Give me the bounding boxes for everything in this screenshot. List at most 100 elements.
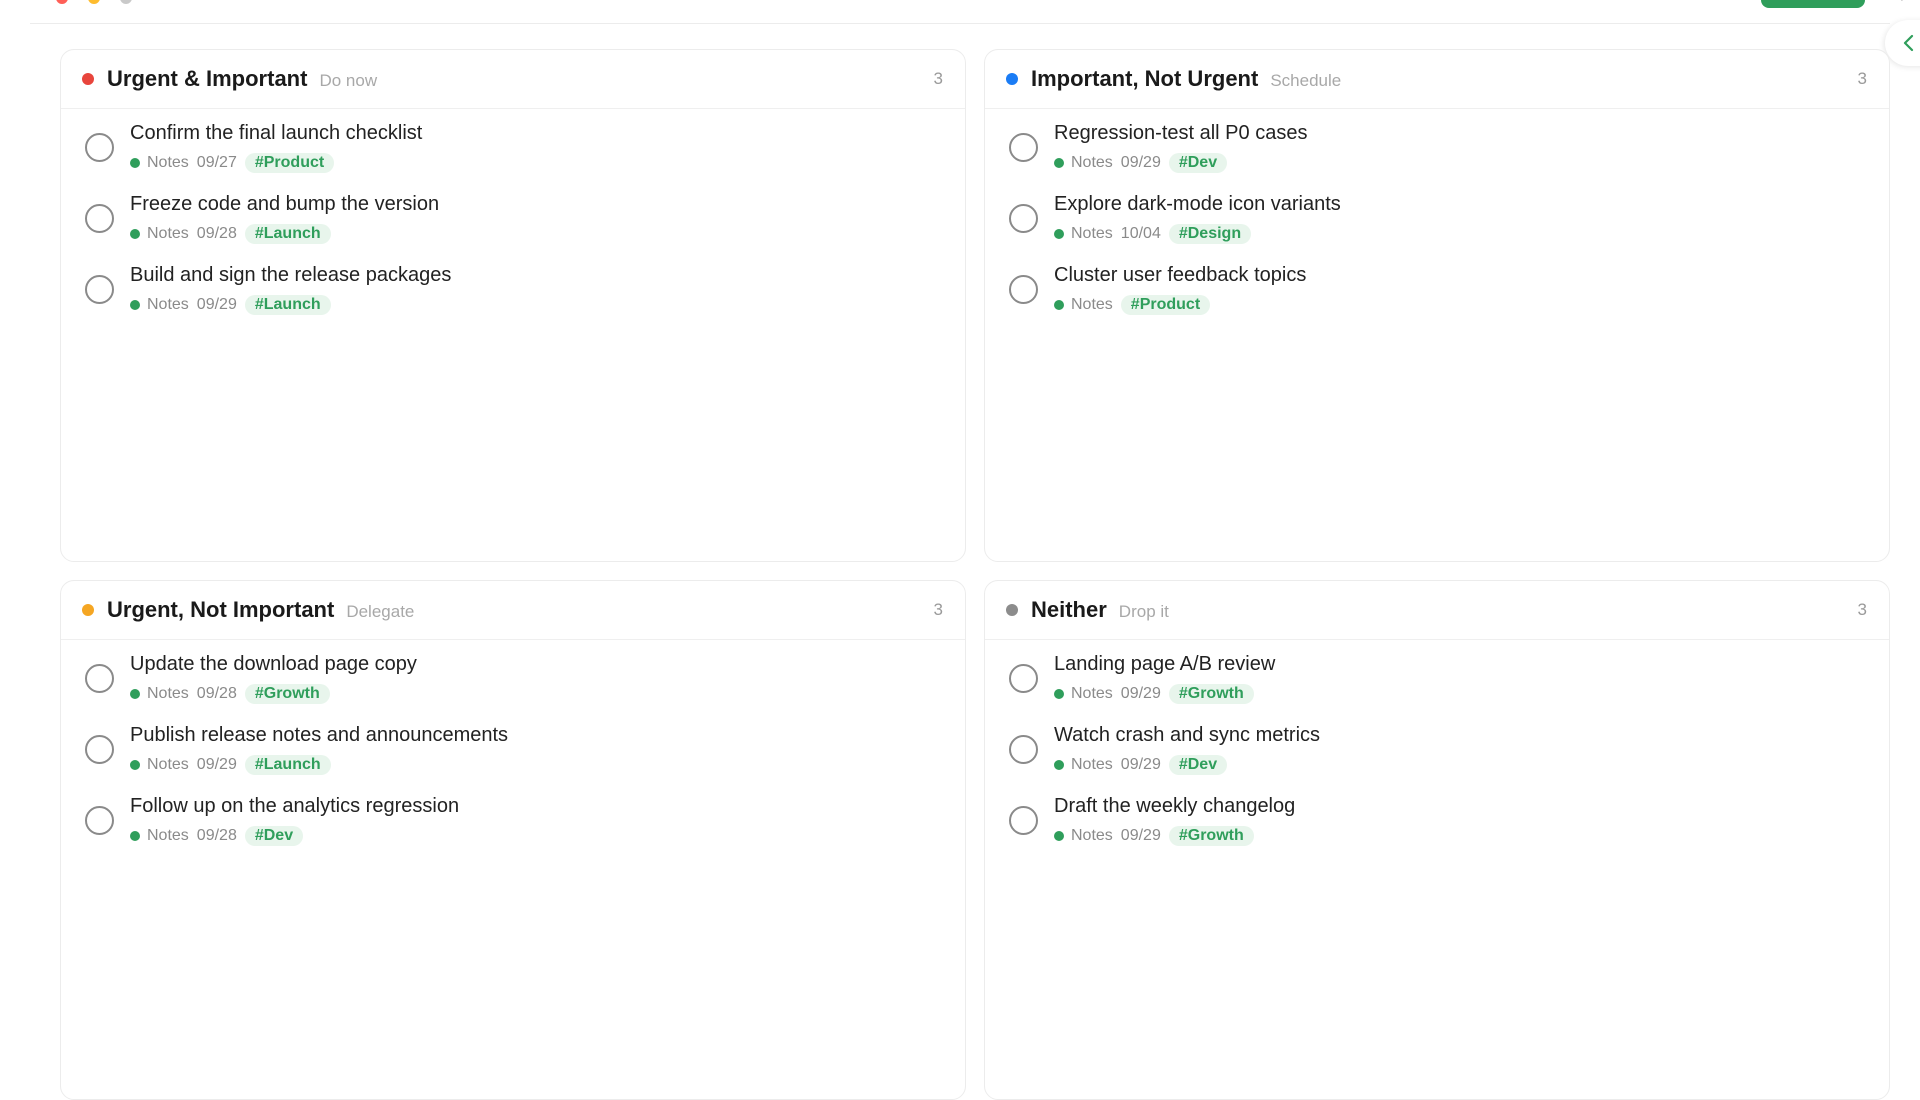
- quadrant-title: Important, Not Urgent: [1031, 66, 1259, 91]
- task-item[interactable]: Cluster user feedback topics Notes #Prod…: [985, 264, 1889, 335]
- tag-chip[interactable]: #Design: [1168, 224, 1252, 244]
- task-title[interactable]: Regression-test all P0 cases: [1054, 122, 1307, 145]
- due-date: 09/29: [1120, 756, 1161, 773]
- complete-checkbox[interactable]: [85, 275, 114, 304]
- quadrant-header: Neither Drop it 3: [985, 581, 1889, 640]
- close-window-button[interactable]: [56, 0, 68, 4]
- task-title[interactable]: Watch crash and sync metrics: [1054, 724, 1320, 747]
- priority-dot-blue: [1006, 73, 1018, 85]
- quadrant-title: Urgent, Not Important: [107, 597, 335, 622]
- task-item[interactable]: Update the download page copy Notes 09/2…: [61, 653, 965, 724]
- task-item[interactable]: Regression-test all P0 cases Notes 09/29…: [985, 122, 1889, 193]
- task-item[interactable]: Freeze code and bump the version Notes 0…: [61, 193, 965, 264]
- complete-checkbox[interactable]: [1009, 133, 1038, 162]
- quadrant-hint: Drop it: [1118, 601, 1169, 621]
- complete-checkbox[interactable]: [1009, 806, 1038, 835]
- task-title[interactable]: Draft the weekly changelog: [1054, 795, 1295, 818]
- task-meta: Notes 09/29 #Growth: [1054, 682, 1254, 706]
- tag-chip[interactable]: #Launch: [244, 755, 331, 775]
- chevron-left-icon: [1903, 34, 1914, 52]
- notebook-name: Notes: [1071, 827, 1113, 844]
- notebook-dot-icon: [1054, 229, 1064, 239]
- notebook-name: Notes: [147, 685, 189, 702]
- task-title[interactable]: Freeze code and bump the version: [130, 193, 439, 216]
- task-item[interactable]: Confirm the final launch checklist Notes…: [61, 122, 965, 193]
- task-meta: Notes 10/04 #Design: [1054, 222, 1252, 246]
- task-item[interactable]: Explore dark-mode icon variants Notes 10…: [985, 193, 1889, 264]
- notebook-dot-icon: [1054, 300, 1064, 310]
- quadrant-hint: Do now: [319, 70, 378, 90]
- due-date: 09/28: [196, 685, 237, 702]
- tag-chip[interactable]: #Launch: [244, 224, 331, 244]
- tag-chip[interactable]: #Growth: [1168, 826, 1254, 846]
- complete-checkbox[interactable]: [85, 133, 114, 162]
- task-meta: Notes 09/29 #Launch: [130, 753, 331, 777]
- due-date: 10/04: [1120, 225, 1161, 242]
- due-date: 09/28: [196, 827, 237, 844]
- task-meta: Notes 09/29 #Dev: [1054, 151, 1228, 175]
- collapse-panel-button[interactable]: [1885, 20, 1920, 66]
- tag-chip[interactable]: #Growth: [244, 684, 330, 704]
- task-count: 3: [933, 600, 943, 619]
- tag-chip[interactable]: #Dev: [1168, 755, 1228, 775]
- task-title[interactable]: Landing page A/B review: [1054, 653, 1275, 676]
- task-title[interactable]: Confirm the final launch checklist: [130, 122, 422, 145]
- complete-checkbox[interactable]: [1009, 735, 1038, 764]
- tag-chip[interactable]: #Growth: [1168, 684, 1254, 704]
- task-count: 3: [933, 69, 943, 88]
- complete-checkbox[interactable]: [85, 806, 114, 835]
- notebook-dot-icon: [130, 158, 140, 168]
- quadrant-urgent-important: Urgent & Important Do now 3 Confirm the …: [60, 49, 966, 562]
- task-item[interactable]: Publish release notes and announcements …: [61, 724, 965, 795]
- task-title[interactable]: Build and sign the release packages: [130, 264, 451, 287]
- task-title[interactable]: Update the download page copy: [130, 653, 417, 676]
- zoom-window-button[interactable]: [120, 0, 132, 4]
- complete-checkbox[interactable]: [1009, 664, 1038, 693]
- notebook-name: Notes: [1071, 296, 1113, 313]
- notebook-name: Notes: [1071, 685, 1113, 702]
- notebook-dot-icon: [1054, 831, 1064, 841]
- notebook-dot-icon: [1054, 689, 1064, 699]
- task-title[interactable]: Publish release notes and announcements: [130, 724, 508, 747]
- notebook-dot-icon: [130, 760, 140, 770]
- due-date: 09/29: [196, 756, 237, 773]
- task-title[interactable]: Follow up on the analytics regression: [130, 795, 459, 818]
- new-task-button[interactable]: [1761, 0, 1865, 8]
- more-icon[interactable]: ⋮: [1894, 0, 1910, 2]
- complete-checkbox[interactable]: [1009, 204, 1038, 233]
- notebook-dot-icon: [130, 689, 140, 699]
- task-item[interactable]: Landing page A/B review Notes 09/29 #Gro…: [985, 653, 1889, 724]
- task-item[interactable]: Follow up on the analytics regression No…: [61, 795, 965, 866]
- quadrant-important-not-urgent: Important, Not Urgent Schedule 3 Regress…: [984, 49, 1890, 562]
- complete-checkbox[interactable]: [85, 664, 114, 693]
- task-meta: Notes 09/29 #Launch: [130, 293, 331, 317]
- task-item[interactable]: Draft the weekly changelog Notes 09/29 #…: [985, 795, 1889, 866]
- task-item[interactable]: Watch crash and sync metrics Notes 09/29…: [985, 724, 1889, 795]
- notebook-name: Notes: [1071, 756, 1113, 773]
- quadrant-title: Urgent & Important: [107, 66, 308, 91]
- tag-chip[interactable]: #Launch: [244, 295, 331, 315]
- priority-dot-gray: [1006, 604, 1018, 616]
- complete-checkbox[interactable]: [85, 204, 114, 233]
- tag-chip[interactable]: #Dev: [244, 826, 304, 846]
- task-list: Landing page A/B review Notes 09/29 #Gro…: [985, 640, 1889, 866]
- complete-checkbox[interactable]: [85, 735, 114, 764]
- task-item[interactable]: Build and sign the release packages Note…: [61, 264, 965, 335]
- tag-chip[interactable]: #Dev: [1168, 153, 1228, 173]
- notebook-name: Notes: [147, 225, 189, 242]
- due-date: 09/28: [196, 225, 237, 242]
- notebook-dot-icon: [130, 831, 140, 841]
- complete-checkbox[interactable]: [1009, 275, 1038, 304]
- task-title[interactable]: Explore dark-mode icon variants: [1054, 193, 1341, 216]
- window-controls: [56, 0, 132, 4]
- tag-chip[interactable]: #Product: [244, 153, 335, 173]
- quadrant-hint: Delegate: [346, 601, 415, 621]
- task-meta: Notes 09/29 #Growth: [1054, 824, 1254, 848]
- quadrant-neither: Neither Drop it 3 Landing page A/B revie…: [984, 580, 1890, 1100]
- quadrant-header: Important, Not Urgent Schedule 3: [985, 50, 1889, 109]
- tag-chip[interactable]: #Product: [1120, 295, 1211, 315]
- minimize-window-button[interactable]: [88, 0, 100, 4]
- task-title[interactable]: Cluster user feedback topics: [1054, 264, 1306, 287]
- due-date: 09/29: [1120, 827, 1161, 844]
- notebook-name: Notes: [1071, 154, 1113, 171]
